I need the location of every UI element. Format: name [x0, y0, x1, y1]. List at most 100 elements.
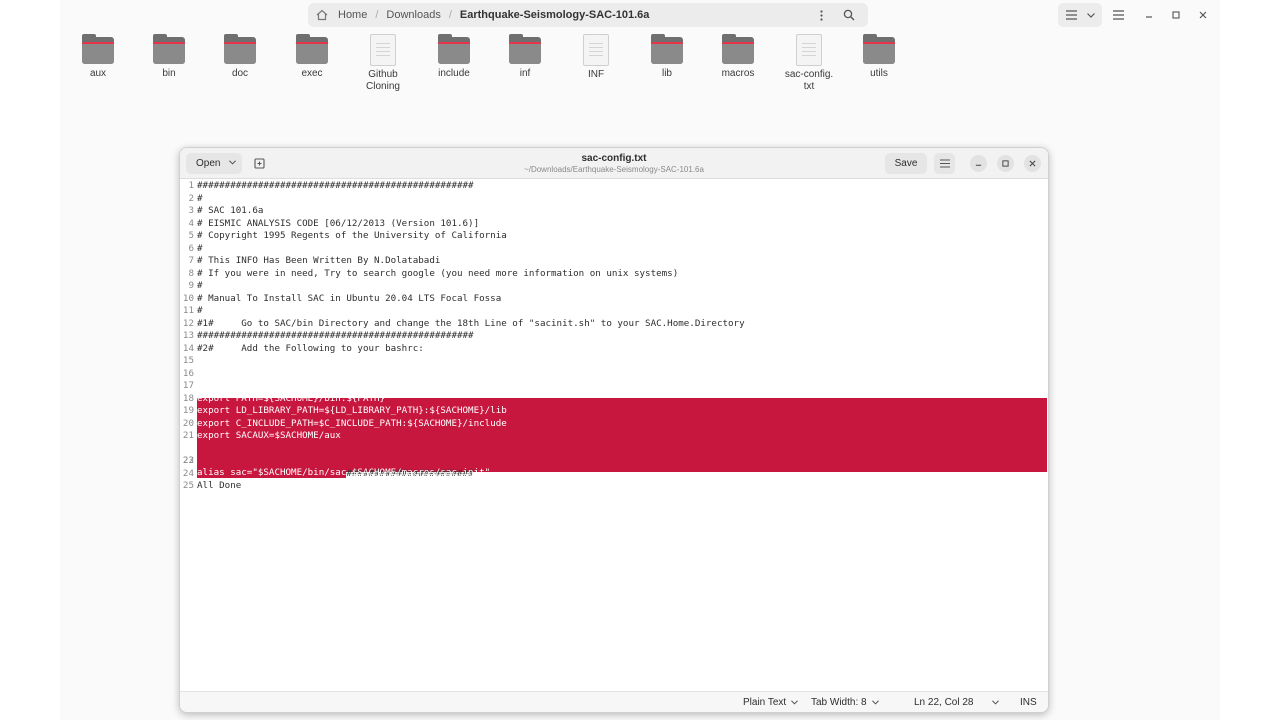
breadcrumb-home[interactable]: Home: [332, 9, 373, 21]
folder-icon: [438, 34, 470, 64]
search-icon: [843, 9, 855, 21]
list-view-icon: [1065, 10, 1077, 20]
code-line: 18 export PATH=${SACHOME}/bin:${PATH}: [180, 393, 1048, 406]
line-number: 22: [182, 454, 194, 466]
code-line: 15: [180, 355, 1048, 368]
code-line: 13 ######################################…: [180, 330, 1048, 343]
file-label: aux: [89, 68, 107, 79]
language-selector[interactable]: Plain Text: [743, 697, 799, 708]
tab-width-selector[interactable]: Tab Width: 8: [811, 697, 879, 708]
folder-utils[interactable]: utils: [849, 34, 909, 80]
code-line: 19 export LD_LIBRARY_PATH=${LD_LIBRARY_PA…: [180, 405, 1048, 418]
line-text: # Manual To Install SAC in Ubuntu 20.04 …: [197, 292, 502, 304]
line-number: 16: [182, 367, 194, 379]
unselected-text: $SACHOME/macros/sac.init": [346, 467, 491, 478]
insert-mode-indicator[interactable]: INS: [1020, 697, 1037, 708]
code-line: 4 # EISMIC ANALYSIS CODE [06/12/2013 (Ver…: [180, 218, 1048, 231]
file-label: bin: [162, 68, 176, 79]
folder-icon: [153, 34, 185, 64]
chevron-down-icon: [871, 698, 879, 707]
line-number: 20: [182, 417, 194, 429]
folder-include[interactable]: include: [424, 34, 484, 80]
maximize-button[interactable]: [1167, 3, 1185, 27]
folder-macros[interactable]: macros: [708, 34, 768, 80]
main-menu-button[interactable]: [1106, 3, 1130, 27]
tab-width-label: Tab Width: 8: [811, 697, 867, 708]
line-text: #2# Add the Following to your bashrc:: [197, 342, 424, 354]
editor-close-button[interactable]: [1024, 155, 1041, 172]
file-sac-config[interactable]: sac-config. txt: [779, 34, 839, 93]
new-tab-button[interactable]: [249, 153, 270, 174]
file-INF[interactable]: INF: [566, 34, 626, 81]
line-number: 5: [188, 230, 194, 241]
folder-icon: [863, 34, 895, 64]
breadcrumb-downloads[interactable]: Downloads: [380, 9, 446, 21]
file-label: Github: [368, 69, 398, 80]
file-label: include: [438, 68, 470, 79]
folder-icon: [224, 34, 256, 64]
text-view[interactable]: 1 #######################################…: [180, 180, 1048, 690]
save-button[interactable]: Save: [885, 153, 927, 174]
chevron-down-icon: [991, 698, 999, 707]
editor-title: sac-config.txt ~/Downloads/Earthquake-Se…: [480, 153, 748, 174]
folder-aux[interactable]: aux: [68, 34, 128, 80]
path-menu-button[interactable]: [810, 3, 832, 27]
document-path: ~/Downloads/Earthquake-Seismology-SAC-10…: [524, 165, 704, 174]
open-button[interactable]: Open: [186, 153, 242, 174]
editor-menu-button[interactable]: [934, 153, 955, 174]
close-button[interactable]: [1194, 3, 1212, 27]
cursor-position-selector[interactable]: Ln 22, Col 28: [914, 697, 999, 708]
line-text: export SACHOME=PATH-To-SAC-HOME: [197, 380, 369, 391]
code-line: 11 #: [180, 305, 1048, 318]
code-line: 17 export SACHOME=PATH-To-SAC-HOME: [180, 380, 1048, 393]
breadcrumb-separator: /: [375, 9, 379, 21]
breadcrumb-separator: /: [448, 9, 452, 21]
code-line: 14 #2# Add the Following to your bashrc:: [180, 343, 1048, 356]
file-label: INF: [587, 69, 605, 80]
maximize-icon: [1002, 160, 1009, 167]
editor-maximize-button[interactable]: [997, 155, 1014, 172]
line-number: 13: [182, 330, 194, 341]
code-line: 7 # This INFO Has Been Written By N.Dolat…: [180, 255, 1048, 268]
hamburger-menu-icon: [939, 159, 950, 168]
line-number: 15: [182, 355, 194, 366]
folder-bin[interactable]: bin: [139, 34, 199, 80]
folder-doc[interactable]: doc: [210, 34, 270, 80]
folder-icon: [651, 34, 683, 64]
line-number: 1: [188, 180, 194, 191]
minimize-button[interactable]: [1140, 3, 1158, 27]
line-text: # SAC: [197, 367, 225, 379]
line-text: #: [197, 280, 203, 291]
chevron-down-icon: [791, 698, 799, 707]
code-line: 8 # If you were in need, Try to search go…: [180, 268, 1048, 281]
code-line: 5 # Copyright 1995 Regents of the Univers…: [180, 230, 1048, 243]
file-label: sac-config.: [784, 69, 834, 80]
view-toggle-button[interactable]: [1058, 3, 1102, 27]
editor-minimize-button[interactable]: [970, 155, 987, 172]
line-text: export PATH=${SACHOME}/bin:${PATH}: [197, 392, 386, 404]
line-number: 10: [182, 292, 194, 304]
line-number: 7: [188, 255, 194, 266]
code-line: 20 export C_INCLUDE_PATH=$C_INCLUDE_PATH:…: [180, 418, 1048, 431]
text-editor-window: Open sac-config.txt ~/Downloads/Earthqua…: [179, 147, 1049, 713]
cursor-position-label: Ln 22, Col 28: [914, 697, 974, 708]
line-text: #: [197, 192, 203, 204]
breadcrumb-current-folder[interactable]: Earthquake-Seismology-SAC-101.6a: [454, 9, 656, 21]
selected-text: alias sac="$SACHOME/bin/sac: [197, 467, 347, 478]
language-label: Plain Text: [743, 697, 787, 708]
line-text: export C_INCLUDE_PATH=$C_INCLUDE_PATH:${…: [197, 417, 507, 429]
folder-icon: [82, 34, 114, 64]
line-number: 6: [188, 242, 194, 254]
line-text: #1# Go to SAC/bin Directory and change t…: [197, 317, 745, 329]
folder-inf[interactable]: inf: [495, 34, 555, 80]
text-file-icon: [796, 34, 822, 66]
file-label: doc: [231, 68, 249, 79]
search-button[interactable]: [837, 3, 861, 27]
text-file-icon: [583, 34, 609, 66]
chevron-down-icon: [229, 158, 236, 167]
file-github-cloning[interactable]: Github Cloning: [353, 34, 413, 93]
line-text: alias sac="$SACHOME/bin/sac $SACHOME/mac…: [197, 467, 490, 480]
close-icon: [1199, 11, 1207, 19]
folder-exec[interactable]: exec: [282, 34, 342, 80]
folder-lib[interactable]: lib: [637, 34, 697, 80]
